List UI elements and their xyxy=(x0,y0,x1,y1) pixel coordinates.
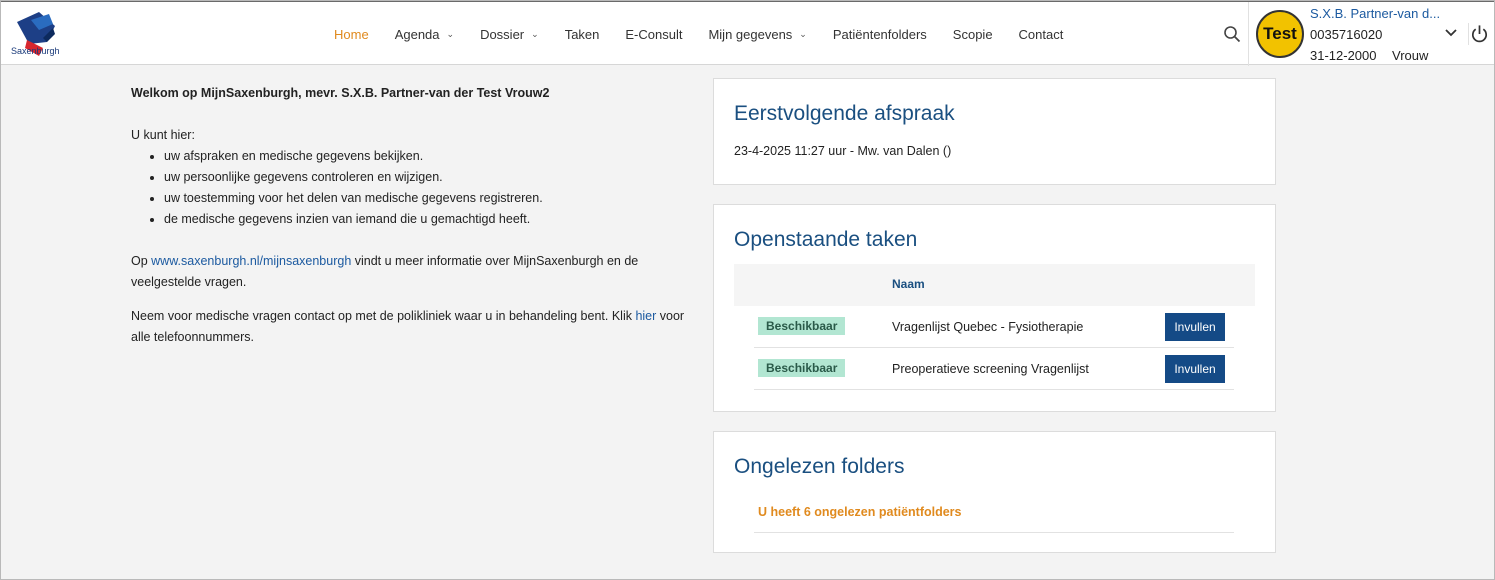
info-paragraph: Op www.saxenburgh.nl/mijnsaxenburgh vind… xyxy=(131,251,691,293)
user-dob: 31-12-2000 xyxy=(1310,48,1377,63)
hier-link[interactable]: hier xyxy=(635,309,656,323)
nav-home[interactable]: Home xyxy=(321,27,382,42)
welcome-section: Welkom op MijnSaxenburgh, mevr. S.X.B. P… xyxy=(131,83,691,361)
chevron-down-icon: ⌄ xyxy=(531,28,539,39)
user-panel[interactable]: Test S.X.B. Partner-van d... 0035716020 … xyxy=(1248,2,1463,66)
top-navbar: Saxenburgh Home Agenda ⌄ Dossier ⌄ Taken E… xyxy=(1,1,1494,66)
nav-agenda-label: Agenda xyxy=(394,26,440,42)
feature-list: uw afspraken en medische gegevens bekijk… xyxy=(164,146,691,230)
nav-contact[interactable]: Contact xyxy=(1006,27,1077,42)
folders-card: Ongelezen folders U heeft 6 ongelezen pa… xyxy=(713,431,1276,553)
nav-econsult-label: E-Consult xyxy=(625,26,683,42)
mijnsaxenburgh-link[interactable]: www.saxenburgh.nl/mijnsaxenburgh xyxy=(151,254,351,268)
main-nav: Home Agenda ⌄ Dossier ⌄ Taken E-Consult Mi… xyxy=(321,2,1076,66)
list-item: uw afspraken en medische gegevens bekijk… xyxy=(164,146,691,167)
tasks-card: Openstaande taken Naam Beschikbaar Vrage… xyxy=(713,204,1276,412)
invullen-button[interactable]: Invullen xyxy=(1165,313,1225,341)
folders-title: Ongelezen folders xyxy=(734,455,905,478)
nav-dossier[interactable]: Dossier ⌄ xyxy=(467,27,552,42)
appointment-card: Eerstvolgende afspraak 23-4-2025 11:27 u… xyxy=(713,78,1276,185)
chevron-down-icon[interactable] xyxy=(1444,26,1458,40)
nav-scopie-label: Scopie xyxy=(952,26,993,42)
user-name: S.X.B. Partner-van d... xyxy=(1310,6,1441,21)
status-badge: Beschikbaar xyxy=(758,317,846,335)
chevron-down-icon: ⌄ xyxy=(799,28,807,39)
table-row: Beschikbaar Vragenlijst Quebec - Fysioth… xyxy=(754,306,1234,348)
list-item: de medische gegevens inzien van iemand d… xyxy=(164,209,691,230)
invullen-button[interactable]: Invullen xyxy=(1165,355,1225,383)
unread-folders-link[interactable]: U heeft 6 ongelezen patiëntfolders xyxy=(754,496,1234,533)
appointment-text[interactable]: 23-4-2025 11:27 uur - Mw. van Dalen () xyxy=(734,144,951,158)
task-name: Preoperatieve screening Vragenlijst xyxy=(892,362,1089,376)
nav-dossier-label: Dossier xyxy=(480,26,525,42)
welcome-title: Welkom op MijnSaxenburgh, mevr. S.X.B. P… xyxy=(131,86,550,100)
appointment-title: Eerstvolgende afspraak xyxy=(734,102,955,125)
status-badge: Beschikbaar xyxy=(758,359,846,377)
list-item: uw persoonlijke gegevens controleren en … xyxy=(164,167,691,188)
nav-home-label: Home xyxy=(334,26,369,42)
task-name: Vragenlijst Quebec - Fysiotherapie xyxy=(892,320,1084,334)
column-header-naam: Naam xyxy=(892,277,925,291)
table-row: Beschikbaar Preoperatieve screening Vrag… xyxy=(754,348,1234,390)
list-item: uw toestemming voor het delen van medisc… xyxy=(164,188,691,209)
contact-paragraph: Neem voor medische vragen contact op met… xyxy=(131,306,691,348)
tasks-title: Openstaande taken xyxy=(734,228,918,251)
chevron-down-icon: ⌄ xyxy=(446,28,455,39)
nav-mijn-gegevens[interactable]: Mijn gegevens ⌄ xyxy=(695,27,819,42)
search-icon[interactable] xyxy=(1223,25,1241,43)
avatar: Test xyxy=(1256,10,1304,58)
nav-agenda[interactable]: Agenda ⌄ xyxy=(382,27,467,42)
welcome-intro: U kunt hier: xyxy=(131,128,195,142)
nav-mijn-gegevens-label: Mijn gegevens xyxy=(708,26,793,42)
nav-econsult[interactable]: E-Consult xyxy=(612,27,695,42)
nav-patientenfolders-label: Patiëntenfolders xyxy=(832,26,927,42)
power-icon[interactable] xyxy=(1468,23,1490,45)
nav-taken-label: Taken xyxy=(564,26,600,42)
user-id: 0035716020 xyxy=(1310,27,1383,42)
nav-scopie[interactable]: Scopie xyxy=(940,27,1006,42)
contact-pre: Neem voor medische vragen contact op met… xyxy=(131,309,636,323)
user-gender: Vrouw xyxy=(1392,48,1429,63)
logo-text: Saxenburgh xyxy=(11,46,60,56)
nav-contact-label: Contact xyxy=(1018,26,1064,42)
info-pre: Op xyxy=(131,254,152,268)
nav-taken[interactable]: Taken xyxy=(552,27,613,42)
nav-patientenfolders[interactable]: Patiëntenfolders xyxy=(820,27,940,42)
tasks-table-header: Naam xyxy=(734,264,1255,306)
